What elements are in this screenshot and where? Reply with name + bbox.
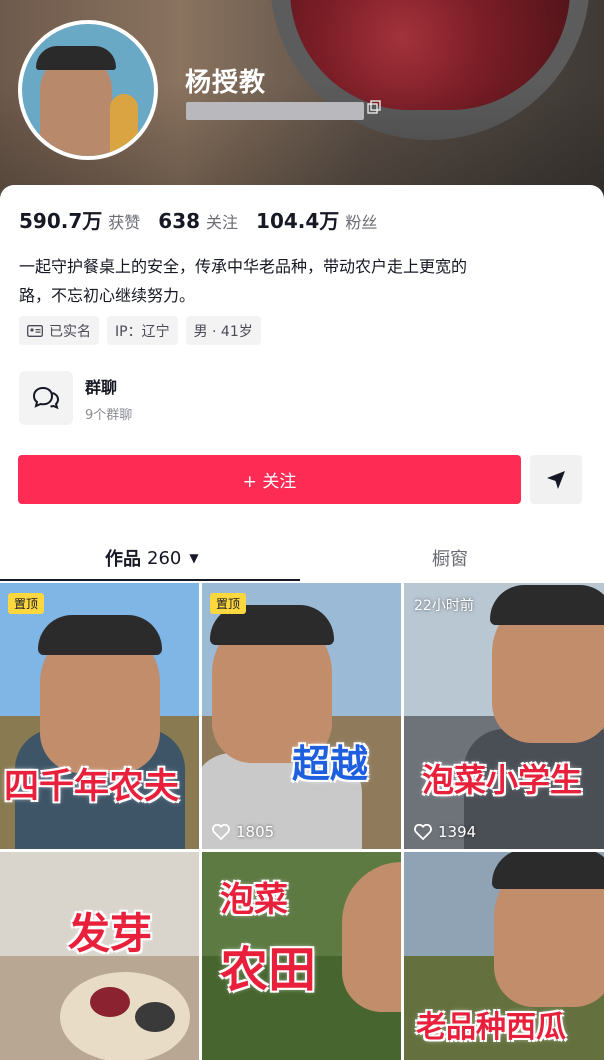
video-thumbnail[interactable]: 22小时前 泡菜小学生 1394 xyxy=(404,583,604,849)
video-likes-count: 1394 xyxy=(438,823,477,841)
tab-active-indicator xyxy=(0,579,300,581)
video-title-overlay: 农田 xyxy=(220,942,317,998)
video-grid: 置顶 四千年农夫 置顶 超越 1805 22小时前 泡菜小学生 1394 发芽 … xyxy=(0,583,604,1060)
video-title-overlay: 四千年农夫 xyxy=(4,767,180,807)
video-thumbnail[interactable]: 置顶 四千年农夫 xyxy=(0,583,199,849)
stat-following-label: 关注 xyxy=(206,213,239,232)
profile-card: 590.7万 获赞 638 关注 104.4万 粉丝 一起守护餐桌上的安全，传承… xyxy=(0,185,604,585)
stat-likes-value: 590.7万 xyxy=(19,209,103,233)
copy-icon[interactable] xyxy=(367,100,381,114)
video-thumbnail[interactable]: 泡菜 农田 xyxy=(202,852,401,1060)
avatar[interactable] xyxy=(18,20,158,160)
bio-line: 路，不忘初心继续努力。 xyxy=(19,286,196,305)
video-likes: 1394 xyxy=(414,823,476,841)
video-time: 22小时前 xyxy=(414,598,474,614)
id-card-icon xyxy=(27,324,43,337)
tag-ip-label: IP：辽宁 xyxy=(115,323,170,340)
stat-likes-label: 获赞 xyxy=(108,213,141,232)
tab-window[interactable]: 橱窗 xyxy=(432,535,468,581)
video-title-overlay: 泡菜 xyxy=(220,880,288,920)
stat-followers[interactable]: 104.4万 粉丝 xyxy=(256,205,377,234)
tag-gender-age: 男 · 41岁 xyxy=(185,316,261,345)
profile-tags: 已实名 IP：辽宁 男 · 41岁 xyxy=(19,316,269,345)
tag-verified-label: 已实名 xyxy=(49,323,91,340)
content-tabs: 作品 260 ▼ 橱窗 xyxy=(0,535,604,583)
stat-followers-value: 104.4万 xyxy=(256,209,340,233)
video-title-overlay: 超越 xyxy=(292,742,369,786)
tab-window-label: 橱窗 xyxy=(432,549,468,570)
account-id-redacted xyxy=(186,102,364,120)
pinned-badge: 置顶 xyxy=(8,593,45,614)
tab-works[interactable]: 作品 260 ▼ xyxy=(105,535,199,581)
video-likes: 1805 xyxy=(212,823,274,841)
video-title-overlay: 泡菜小学生 xyxy=(422,761,583,799)
heart-icon xyxy=(212,824,230,840)
stat-followers-label: 粉丝 xyxy=(345,213,378,232)
tab-works-count: 260 xyxy=(147,547,182,569)
pinned-badge: 置顶 xyxy=(210,593,247,614)
group-chat-title: 群聊 xyxy=(85,377,118,397)
tag-verified: 已实名 xyxy=(19,316,99,345)
tag-gender-age-label: 男 · 41岁 xyxy=(193,323,253,340)
tab-works-label: 作品 xyxy=(105,549,141,570)
video-thumbnail[interactable]: 老品种西瓜 xyxy=(404,852,604,1060)
group-chat-count: 9个群聊 xyxy=(85,407,133,423)
profile-bio: 一起守护餐桌上的安全，传承中华老品种，带动农户走上更宽的 路，不忘初心继续努力。 xyxy=(19,252,579,310)
group-chat-icon xyxy=(19,371,73,425)
video-title-overlay: 老品种西瓜 xyxy=(416,1010,566,1045)
send-icon xyxy=(547,470,565,489)
profile-stats: 590.7万 获赞 638 关注 104.4万 粉丝 xyxy=(19,205,395,234)
group-chat-entry[interactable]: 群聊 9个群聊 xyxy=(19,371,132,425)
bio-line: 一起守护餐桌上的安全，传承中华老品种，带动农户走上更宽的 xyxy=(19,257,468,276)
video-likes-count: 1805 xyxy=(236,823,275,841)
video-thumbnail[interactable]: 置顶 超越 1805 xyxy=(202,583,401,849)
follow-button[interactable]: + 关注 xyxy=(18,455,521,504)
video-thumbnail[interactable]: 发芽 xyxy=(0,852,199,1060)
tag-ip: IP：辽宁 xyxy=(107,316,178,345)
chevron-down-icon: ▼ xyxy=(189,551,199,565)
heart-icon xyxy=(414,824,432,840)
video-title-overlay: 发芽 xyxy=(68,909,153,958)
username: 杨授教 xyxy=(185,68,267,98)
stat-likes[interactable]: 590.7万 获赞 xyxy=(19,205,140,234)
stat-following-value: 638 xyxy=(158,209,201,233)
share-button[interactable] xyxy=(530,455,582,504)
stat-following[interactable]: 638 关注 xyxy=(158,209,238,233)
